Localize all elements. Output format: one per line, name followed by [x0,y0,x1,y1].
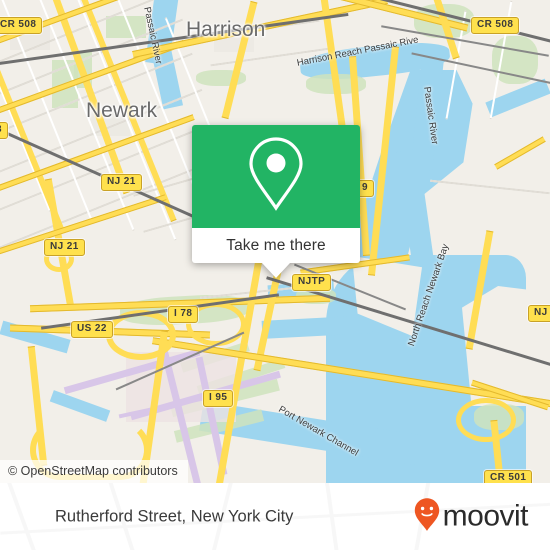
footer-ghost-road [4,483,40,550]
place-label-harrison: Harrison [186,18,266,41]
route-shield-cr508-east: CR 508 [471,17,520,34]
osm-attribution[interactable]: © OpenStreetMap contributors [0,460,188,483]
location-title: Rutherford Street, New York City [55,507,294,525]
route-shield-nj21-south: NJ 21 [44,239,85,256]
major-road-east-loop-b [456,398,516,442]
route-shield-nj21-north: NJ 21 [101,174,142,191]
moovit-wordmark: moovit [442,499,529,533]
route-shield-i95: I 95 [203,390,234,407]
route-shield-i78: I 78 [168,306,199,323]
route-shield-cr501: CR 501 [484,470,533,483]
location-callout-card[interactable]: Take me there [192,125,360,278]
take-me-there-label: Take me there [226,236,326,254]
take-me-there-button[interactable]: Take me there [192,228,360,278]
route-shield-cr508-west: CR 508 [0,17,43,34]
card-icon-area [192,125,360,228]
footer-bar: Rutherford Street, New York City moovit [0,483,550,550]
moovit-pin-icon [414,497,440,536]
route-shield-nj4: NJ 4 [528,305,550,322]
moovit-location-screenshot: Harrison Newark Passaic River Harrison R… [0,0,550,550]
card-pointer-tail [262,263,290,278]
route-shield-njtp: NJTP [292,274,332,291]
route-shield-3: 3 [0,122,8,139]
moovit-logo[interactable]: moovit [414,497,529,536]
map-pin-icon [246,135,306,218]
place-label-newark: Newark [86,99,158,122]
route-shield-us22: US 22 [71,321,113,338]
